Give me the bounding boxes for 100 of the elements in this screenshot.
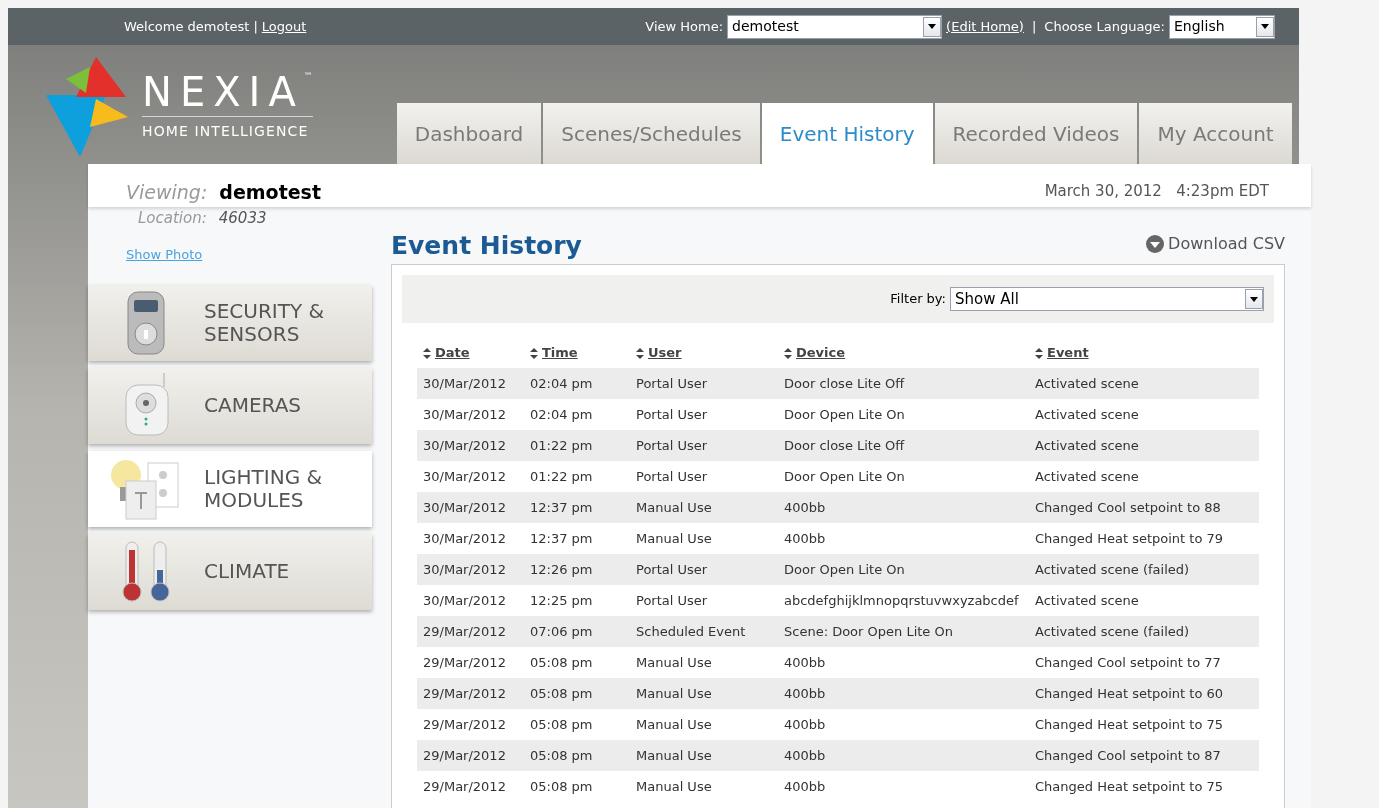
table-cell-text: 30/Mar/2012 — [422, 591, 507, 610]
table-cell-text: Portal User — [635, 591, 709, 610]
table-cell-text: 05:08 pm — [529, 715, 594, 734]
table-cell-text: 29/Mar/2012 — [422, 746, 507, 765]
dropdown-arrow-button[interactable] — [1245, 289, 1263, 309]
table-cell-text: Manual Use — [635, 777, 713, 796]
table-cell-text: Changed Heat setpoint to 60 — [1034, 684, 1224, 703]
language-label: Choose Language: — [1044, 17, 1165, 36]
nav-tab[interactable]: Scenes/Schedules — [543, 103, 760, 164]
table-cell-text: 400bb — [783, 529, 827, 548]
sort-icon — [423, 347, 431, 359]
category-button[interactable]: LIGHTING & MODULES — [88, 450, 372, 527]
table-cell-text: 400bb — [783, 746, 827, 765]
filter-label: Filter by: — [890, 290, 946, 309]
dropdown-arrow-button[interactable] — [1256, 16, 1274, 37]
table-cell-text: 29/Mar/2012 — [422, 715, 507, 734]
table-cell-text: Changed Heat setpoint to 79 — [1034, 529, 1224, 548]
table-cell-text: 29/Mar/2012 — [422, 777, 507, 796]
table-cell-text: Portal User — [635, 374, 709, 393]
table-cell-text: 400bb — [783, 715, 827, 734]
column-header[interactable]: User — [648, 343, 682, 363]
table-cell-text: Manual Use — [635, 684, 713, 703]
view-home-label: View Home: — [645, 17, 724, 36]
table-cell-text: Manual Use — [635, 498, 713, 517]
date-time: March 30, 2012 4:23pm EDT — [1044, 181, 1269, 202]
language-select[interactable]: English — [1169, 14, 1275, 39]
trademark: ™ — [303, 72, 313, 81]
viewing-label: Viewing: — [126, 180, 208, 205]
table-cell-text: 400bb — [783, 653, 827, 672]
logo-name: NEXIA — [142, 72, 304, 112]
table-cell-text: Changed Cool setpoint to 77 — [1034, 653, 1222, 672]
table-cell-text: Activated scene (failed) — [1034, 622, 1191, 641]
caret-icon — [928, 24, 937, 29]
table-cell-text: 400bb — [783, 777, 827, 796]
table-cell-text: abcdefghijklmnopqrstuvwxyzabcdef — [783, 591, 1020, 610]
category-button[interactable]: CLIMATE — [88, 533, 372, 610]
welcome-text: Welcome demotest — [124, 17, 250, 36]
location-value: 46033 — [218, 207, 267, 229]
table-cell-text: Door Open Lite On — [783, 560, 906, 579]
table-cell-text: Door Open Lite On — [783, 467, 906, 486]
table-cell-text: Portal User — [635, 405, 709, 424]
table-cell-text: Changed Cool setpoint to 87 — [1034, 746, 1222, 765]
table-cell-text: 30/Mar/2012 — [422, 405, 507, 424]
separator: | — [1031, 17, 1037, 36]
table-cell-text: Activated scene — [1034, 591, 1140, 610]
category-button[interactable]: CAMERAS — [88, 367, 372, 444]
table-cell-text: 400bb — [783, 684, 827, 703]
nav-tab[interactable]: My Account — [1139, 103, 1292, 164]
table-cell-text: Door close Lite Off — [783, 436, 906, 455]
home-select[interactable]: demotest — [727, 14, 943, 39]
table-cell-text: Activated scene — [1034, 374, 1140, 393]
logout-link[interactable]: Logout — [261, 16, 307, 37]
column-header[interactable]: Device — [796, 343, 846, 363]
table-cell-text: 29/Mar/2012 — [422, 684, 507, 703]
table-cell-text: Door Open Lite On — [783, 405, 906, 424]
logo-triangles-icon — [46, 57, 130, 157]
column-header[interactable]: Date — [435, 343, 470, 363]
table-cell-text: 12:37 pm — [529, 529, 594, 548]
nav-tab[interactable]: Dashboard — [396, 103, 542, 164]
category-label: LIGHTING & MODULES — [204, 465, 324, 512]
sort-icon — [530, 347, 538, 359]
nav-tab[interactable]: Event History — [761, 103, 933, 164]
column-header[interactable]: Event — [1047, 343, 1089, 363]
table-cell-text: 12:37 pm — [529, 498, 594, 517]
table-cell-text: Scheduled Event — [635, 622, 747, 641]
table-cell-text: Portal User — [635, 467, 709, 486]
download-csv-link[interactable]: Download CSV — [1146, 232, 1285, 264]
table-cell-text: Activated scene — [1034, 405, 1140, 424]
viewing-value: demotest — [219, 180, 321, 205]
table-cell-text: 30/Mar/2012 — [422, 467, 507, 486]
table-cell-text: 29/Mar/2012 — [422, 653, 507, 672]
table-cell-text: 400bb — [783, 498, 827, 517]
edit-home-link[interactable]: (Edit Home) — [946, 16, 1024, 37]
table-cell-text: 05:08 pm — [529, 653, 594, 672]
table-cell-text: 01:22 pm — [529, 436, 594, 455]
category-button[interactable]: SECURITY & SENSORS — [88, 284, 372, 361]
table-cell-text: 30/Mar/2012 — [422, 529, 507, 548]
caret-icon — [1250, 296, 1258, 302]
table-cell-text: 12:25 pm — [529, 591, 594, 610]
category-label: CAMERAS — [204, 394, 302, 417]
table-cell-text: 29/Mar/2012 — [422, 622, 507, 641]
table-cell-text: 07:06 pm — [529, 622, 594, 641]
table-cell-text: 02:04 pm — [529, 405, 594, 424]
column-header[interactable]: Time — [542, 343, 578, 363]
nav-tab[interactable]: Recorded Videos — [934, 103, 1138, 164]
table-cell-text: Changed Cool setpoint to 88 — [1034, 498, 1222, 517]
table-cell-text: 05:08 pm — [529, 684, 594, 703]
filter-select[interactable]: Show All — [950, 287, 1264, 311]
table-cell-text: 05:08 pm — [529, 777, 594, 796]
table-cell-text: 30/Mar/2012 — [422, 560, 507, 579]
table-cell-text: Manual Use — [635, 529, 713, 548]
sort-icon — [784, 347, 792, 359]
sort-icon — [636, 347, 644, 359]
table-cell-text: Changed Heat setpoint to 75 — [1034, 715, 1224, 734]
dropdown-arrow-button[interactable] — [923, 16, 942, 37]
table-cell-text: Manual Use — [635, 746, 713, 765]
table-cell-text: Portal User — [635, 436, 709, 455]
category-label: SECURITY & SENSORS — [204, 299, 326, 346]
caret-icon — [1261, 24, 1269, 29]
sort-icon — [1035, 347, 1043, 359]
